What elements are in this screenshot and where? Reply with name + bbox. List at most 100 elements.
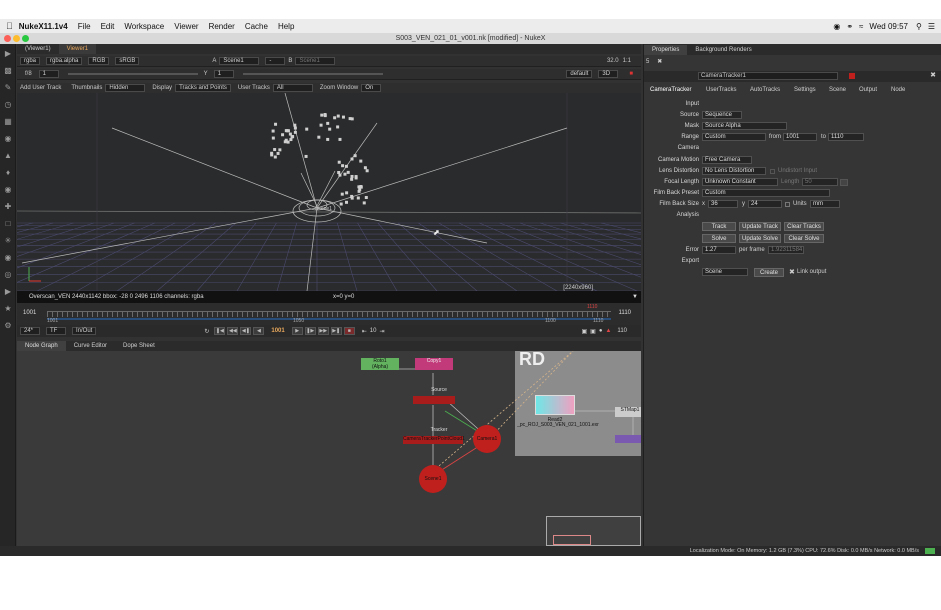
cache-icon[interactable]: ▣ — [590, 328, 596, 335]
timeline-start[interactable]: 1001 — [23, 310, 36, 316]
lens-distortion-dropdown[interactable]: No Lens Distortion — [702, 167, 766, 175]
range-dropdown[interactable]: Custom — [702, 133, 766, 141]
subtab-output[interactable]: Output — [859, 87, 877, 93]
menu-edit[interactable]: Edit — [101, 22, 115, 31]
step-forward-button[interactable]: ❚▶ — [304, 327, 316, 335]
3d-mode-dropdown[interactable]: 3D — [598, 70, 619, 78]
menu-workspace[interactable]: Workspace — [124, 22, 164, 31]
channels-dropdown[interactable]: rgba — [20, 57, 41, 65]
loop-icon[interactable]: ↻ — [204, 328, 209, 335]
tab-dope-sheet[interactable]: Dope Sheet — [115, 341, 163, 351]
solve-button[interactable]: Solve — [702, 234, 736, 243]
per-frame-field[interactable]: 1.92311584 — [768, 246, 804, 254]
menu-cache[interactable]: Cache — [245, 22, 268, 31]
update-solve-button[interactable]: Update Solve — [739, 234, 781, 243]
record-icon[interactable]: ◉ — [833, 22, 840, 31]
timeline-end[interactable]: 1110 — [619, 310, 631, 316]
range-to-field[interactable]: 1110 — [828, 133, 864, 141]
subtab-settings[interactable]: Settings — [794, 87, 816, 93]
camera-tracker-node[interactable]: CameraTrackerPointCloud1 — [403, 436, 465, 444]
menu-help[interactable]: Help — [278, 22, 294, 31]
filmback-preset-dropdown[interactable]: Custom — [702, 189, 830, 197]
subtab-cameratracker[interactable]: CameraTracker — [650, 87, 691, 93]
gain-slider[interactable] — [67, 73, 198, 75]
draw-tool-icon[interactable]: ✎ — [3, 83, 13, 93]
play-forward-button[interactable]: ▶ — [291, 327, 303, 335]
filmback-x-field[interactable]: 36 — [708, 200, 738, 208]
timeline[interactable]: 1001 1110 1001 1050 1100 1110 1110 — [17, 303, 641, 325]
tab-properties[interactable]: Properties — [644, 44, 688, 55]
default-dropdown[interactable]: default — [566, 70, 593, 78]
track-button[interactable]: Track — [702, 222, 736, 231]
add-user-track-button[interactable]: Add User Track — [20, 85, 61, 91]
notification-center-icon[interactable]: ☰ — [928, 22, 935, 31]
update-track-button[interactable]: Update Track — [739, 222, 781, 231]
time-tool-icon[interactable]: ◷ — [3, 100, 13, 110]
link-output-checkbox[interactable]: ✖ — [789, 268, 795, 277]
info-expand-icon[interactable]: ▼ — [632, 291, 638, 303]
tab-curve-editor[interactable]: Curve Editor — [66, 341, 115, 351]
fps-dropdown[interactable]: 24* — [20, 327, 40, 335]
merge-node[interactable] — [615, 435, 641, 443]
user-tracks-dropdown[interactable]: All — [272, 84, 313, 92]
range-from-field[interactable]: 1001 — [783, 133, 817, 141]
gamma-field[interactable]: 1 — [213, 70, 234, 78]
display-dropdown[interactable]: Tracks and Points — [175, 84, 231, 92]
units-dropdown[interactable]: mm — [810, 200, 840, 208]
render-stop-icon[interactable]: ■ — [629, 71, 633, 77]
clear-panels-icon[interactable]: ✖ — [657, 59, 662, 65]
node-color-icon[interactable] — [849, 73, 855, 79]
play-back-button[interactable]: ◀ — [253, 327, 265, 335]
scene-node[interactable]: Scene1 — [419, 465, 447, 493]
fstop-label[interactable]: f/8 — [25, 71, 32, 77]
filmback-y-field[interactable]: 24 — [748, 200, 782, 208]
export-dropdown[interactable]: Scene — [702, 268, 748, 276]
max-panels-field[interactable]: 5 — [646, 59, 649, 65]
node-graph[interactable]: RD Roto1 (Alpha) Copy1 Source Tracker Ca… — [17, 351, 641, 546]
source-dropdown[interactable]: Sequence — [702, 111, 742, 119]
step-back-button[interactable]: ◀❚ — [240, 327, 252, 335]
node-close-icon[interactable]: ✖ — [930, 71, 936, 79]
views-tool-icon[interactable]: ◎ — [3, 270, 13, 280]
wifi-icon[interactable]: ≈ — [859, 22, 863, 31]
stmap-node[interactable]: STMap1 — [615, 407, 641, 417]
node-name-field[interactable]: CameraTracker1 — [698, 72, 838, 80]
merge-tool-icon[interactable]: ◉ — [3, 185, 13, 195]
length-field[interactable]: 50 — [802, 178, 838, 186]
source-node[interactable] — [413, 396, 455, 404]
apple-icon[interactable]:  — [6, 21, 13, 31]
zoom-window-button[interactable] — [22, 35, 29, 42]
step-field[interactable]: 10 — [370, 328, 377, 334]
input-b-dropdown[interactable]: Scene1 — [295, 57, 336, 65]
alpha-dropdown[interactable]: rgba.alpha — [46, 57, 83, 65]
subtab-scene[interactable]: Scene — [829, 87, 846, 93]
deep-tool-icon[interactable]: ◉ — [3, 253, 13, 263]
color-tool-icon[interactable]: ◉ — [3, 134, 13, 144]
units-checkbox[interactable] — [785, 202, 790, 207]
create-button[interactable]: Create — [754, 268, 784, 277]
lut-dropdown[interactable]: sRGB — [115, 57, 140, 65]
channel-tool-icon[interactable]: ▦ — [3, 117, 13, 127]
creative-cloud-icon[interactable]: ⚭ — [846, 22, 853, 31]
toolsets-tool-icon[interactable]: ★ — [3, 304, 13, 314]
lock-icon[interactable]: ● — [599, 328, 603, 334]
tf-dropdown[interactable]: TF — [46, 327, 66, 335]
copy-node[interactable]: Copy1 — [415, 358, 453, 370]
tab-viewer-inactive[interactable]: (Viewer1) — [17, 44, 59, 54]
mask-dropdown[interactable]: Source Alpha — [702, 122, 787, 130]
zoom-dropdown[interactable]: 1:1 — [623, 58, 631, 64]
camera-node[interactable]: Camera1 — [473, 425, 501, 453]
metadata-tool-icon[interactable]: ▶ — [3, 287, 13, 297]
minimize-window-button[interactable] — [13, 35, 20, 42]
image-tool-icon[interactable]: ▩ — [3, 66, 13, 76]
current-frame-field[interactable]: 1001 — [271, 328, 284, 334]
prev-key-button[interactable]: ◀◀ — [227, 327, 239, 335]
filter-tool-icon[interactable]: ▲ — [3, 151, 13, 161]
length-slider[interactable] — [840, 179, 848, 186]
menu-file[interactable]: File — [78, 22, 91, 31]
subtab-usertracks[interactable]: UserTracks — [706, 87, 736, 93]
menubar-clock[interactable]: Wed 09:57 — [869, 22, 908, 31]
zoom-window-dropdown[interactable]: On — [361, 84, 382, 92]
end-frame-field[interactable]: 110 — [617, 328, 627, 334]
first-frame-button[interactable]: ❚◀ — [214, 327, 226, 335]
